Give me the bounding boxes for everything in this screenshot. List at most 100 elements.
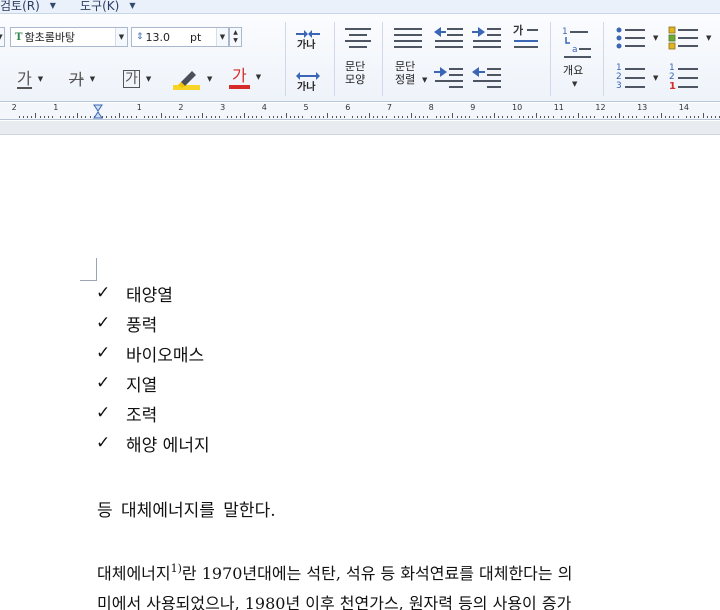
ruler-tick	[381, 116, 383, 118]
hanging-indent-button[interactable]: 가	[512, 24, 540, 54]
page-gap	[0, 121, 720, 135]
ruler-tick	[218, 116, 220, 118]
ruler-tick	[118, 113, 120, 118]
paragraph-number-button[interactable]: 1 2 1	[668, 64, 716, 98]
ruler-number: 10	[512, 103, 523, 112]
ruler-tick	[552, 116, 554, 118]
ruler-tick	[656, 116, 658, 118]
indent-left-arrow-icon	[434, 27, 463, 48]
horizontal-ruler[interactable]: 2 1 1 2 3 4 5 6 7 8 9 10 11 12 13 14	[0, 103, 720, 120]
paragraph-text[interactable]: 미에서 사용되었으나, 1980년 이후 천연가스, 원자력 등의 사용이 증가	[97, 590, 571, 610]
number-list-button[interactable]: 1 2 3 ▼	[615, 64, 661, 98]
ruler-tick	[585, 116, 587, 118]
ruler-tick	[89, 116, 91, 118]
ruler-tick	[185, 116, 187, 118]
font-color-button[interactable]: 가 ▼	[229, 64, 261, 90]
ruler-tick	[198, 116, 200, 118]
ruler-tick	[435, 116, 437, 118]
checkmark-icon: ✓	[96, 433, 111, 453]
ruler-tick	[85, 116, 87, 118]
ruler-number: 6	[345, 103, 351, 112]
ruler-tick	[114, 116, 116, 118]
chevron-down-icon: ▼	[0, 28, 4, 46]
ruler-tick	[352, 116, 354, 118]
ruler-tick	[160, 113, 162, 118]
ruler-tick	[293, 116, 295, 118]
text-style-button[interactable]: 가 ▼	[17, 66, 43, 92]
list-item[interactable]: ✓ 조력	[96, 398, 210, 428]
font-size-value: 13.0	[145, 30, 171, 44]
ruler-tick	[110, 116, 112, 118]
narrow-spacing-label: 가나	[297, 40, 316, 51]
font-name-combo[interactable]: T 함초롬바탕 ▼	[10, 27, 128, 47]
chevron-down-icon: ▼	[216, 28, 228, 46]
paragraph-3: 미에서 사용되었으나, 1980년 이후 천연가스, 원자력 등의 사용이 증가	[97, 594, 572, 610]
ruler-number: 5	[303, 103, 309, 112]
num-3: 3	[616, 81, 622, 91]
font-size-unit: pt	[190, 30, 202, 44]
menu-tools[interactable]: 도구(K) ▼	[80, 0, 135, 13]
bullet-list: ✓ 태양열 ✓ 풍력 ✓ 바이오매스 ✓ 지열 ✓ 조력 ✓ 해양 에너지	[96, 278, 210, 458]
ruler-tick	[489, 116, 491, 118]
ruler-tick	[660, 113, 662, 118]
ruler-tick	[39, 116, 41, 118]
narrow-spacing-button[interactable]: 가나	[294, 26, 322, 64]
ruler-tick	[252, 116, 254, 118]
menu-review[interactable]: 검토(R) ▼	[0, 0, 56, 13]
font-color-glyph: 가	[229, 66, 250, 89]
paragraph-text[interactable]: 대체에너지1)란 1970년대에는 석탄, 석유 등 화석연료를 대체한다는 의	[97, 560, 572, 584]
ruler-tick	[456, 116, 458, 118]
picture-bullet-button[interactable]: ▼	[668, 24, 716, 54]
ruler-tick	[231, 116, 233, 118]
paragraph-shape-button[interactable]: 문단 모양	[343, 26, 375, 104]
ruler-tick	[414, 116, 416, 118]
list-item[interactable]: ✓ 태양열	[96, 278, 210, 308]
bullet-list-button[interactable]: ▼	[615, 24, 661, 54]
ruler-tick	[248, 116, 250, 118]
ruler-tick	[560, 116, 562, 118]
outline-button[interactable]: 1 a 개요 ▼	[558, 24, 594, 104]
list-item[interactable]: ✓ 지열	[96, 368, 210, 398]
list-item[interactable]: ✓ 풍력	[96, 308, 210, 338]
ruler-tick	[565, 116, 567, 118]
ruler-number: 2	[11, 103, 17, 112]
paragraph-align-label: 문단 정렬	[395, 60, 416, 86]
paragraph-text[interactable]: 등 대체에너지를 말한다.	[97, 496, 276, 521]
ruler-number: 2	[178, 103, 184, 112]
ruler-tick	[319, 116, 320, 118]
increase-indent-button[interactable]	[434, 26, 464, 54]
paragraph-align-button[interactable]: 문단 정렬 ▼	[392, 26, 427, 104]
ruler-tick	[47, 116, 49, 118]
checkmark-icon: ✓	[96, 313, 111, 333]
ruler-number: 13	[637, 103, 648, 112]
decrease-indent-button[interactable]	[472, 26, 502, 54]
footnote-marker[interactable]: 1)	[171, 562, 182, 575]
highlight-button[interactable]: ▼	[173, 66, 212, 92]
ruler-tick	[273, 116, 275, 118]
ruler-tick	[485, 116, 487, 118]
ruler-tick	[239, 116, 241, 118]
font-size-spinner[interactable]: ▲ ▼	[229, 27, 242, 47]
wide-spacing-button[interactable]: 가나	[294, 68, 322, 106]
outdent-button[interactable]	[472, 64, 502, 96]
ruler-tick	[173, 116, 175, 118]
ruler-tick	[281, 116, 283, 118]
spin-down-icon: ▼	[233, 37, 238, 44]
ruler-number: 9	[470, 103, 476, 112]
list-item[interactable]: ✓ 바이오매스	[96, 338, 210, 368]
char-border-button[interactable]: 가 ▼	[123, 66, 151, 92]
ruler-tick	[677, 116, 679, 118]
style-combo-partial[interactable]: ▼	[0, 27, 5, 47]
font-size-combo[interactable]: ⇕ 13.0 pt ▼	[131, 27, 229, 47]
first-line-indent-button[interactable]	[434, 64, 464, 96]
ruler-tick	[540, 116, 542, 118]
ruler-tick	[135, 116, 137, 118]
strike-style-button[interactable]: 가 ▼	[69, 66, 95, 92]
paragraph-2: 란 1970년대에는 석탄, 석유 등 화석연료를 대체한다는 의	[181, 564, 573, 583]
ruler-tick	[469, 116, 471, 118]
indent-marker-icon[interactable]	[93, 104, 103, 119]
list-item[interactable]: ✓ 해양 에너지	[96, 428, 210, 458]
list-item-text: 바이오매스	[126, 345, 205, 366]
ruler-tick	[698, 116, 700, 118]
ruler-number: 7	[386, 103, 392, 112]
